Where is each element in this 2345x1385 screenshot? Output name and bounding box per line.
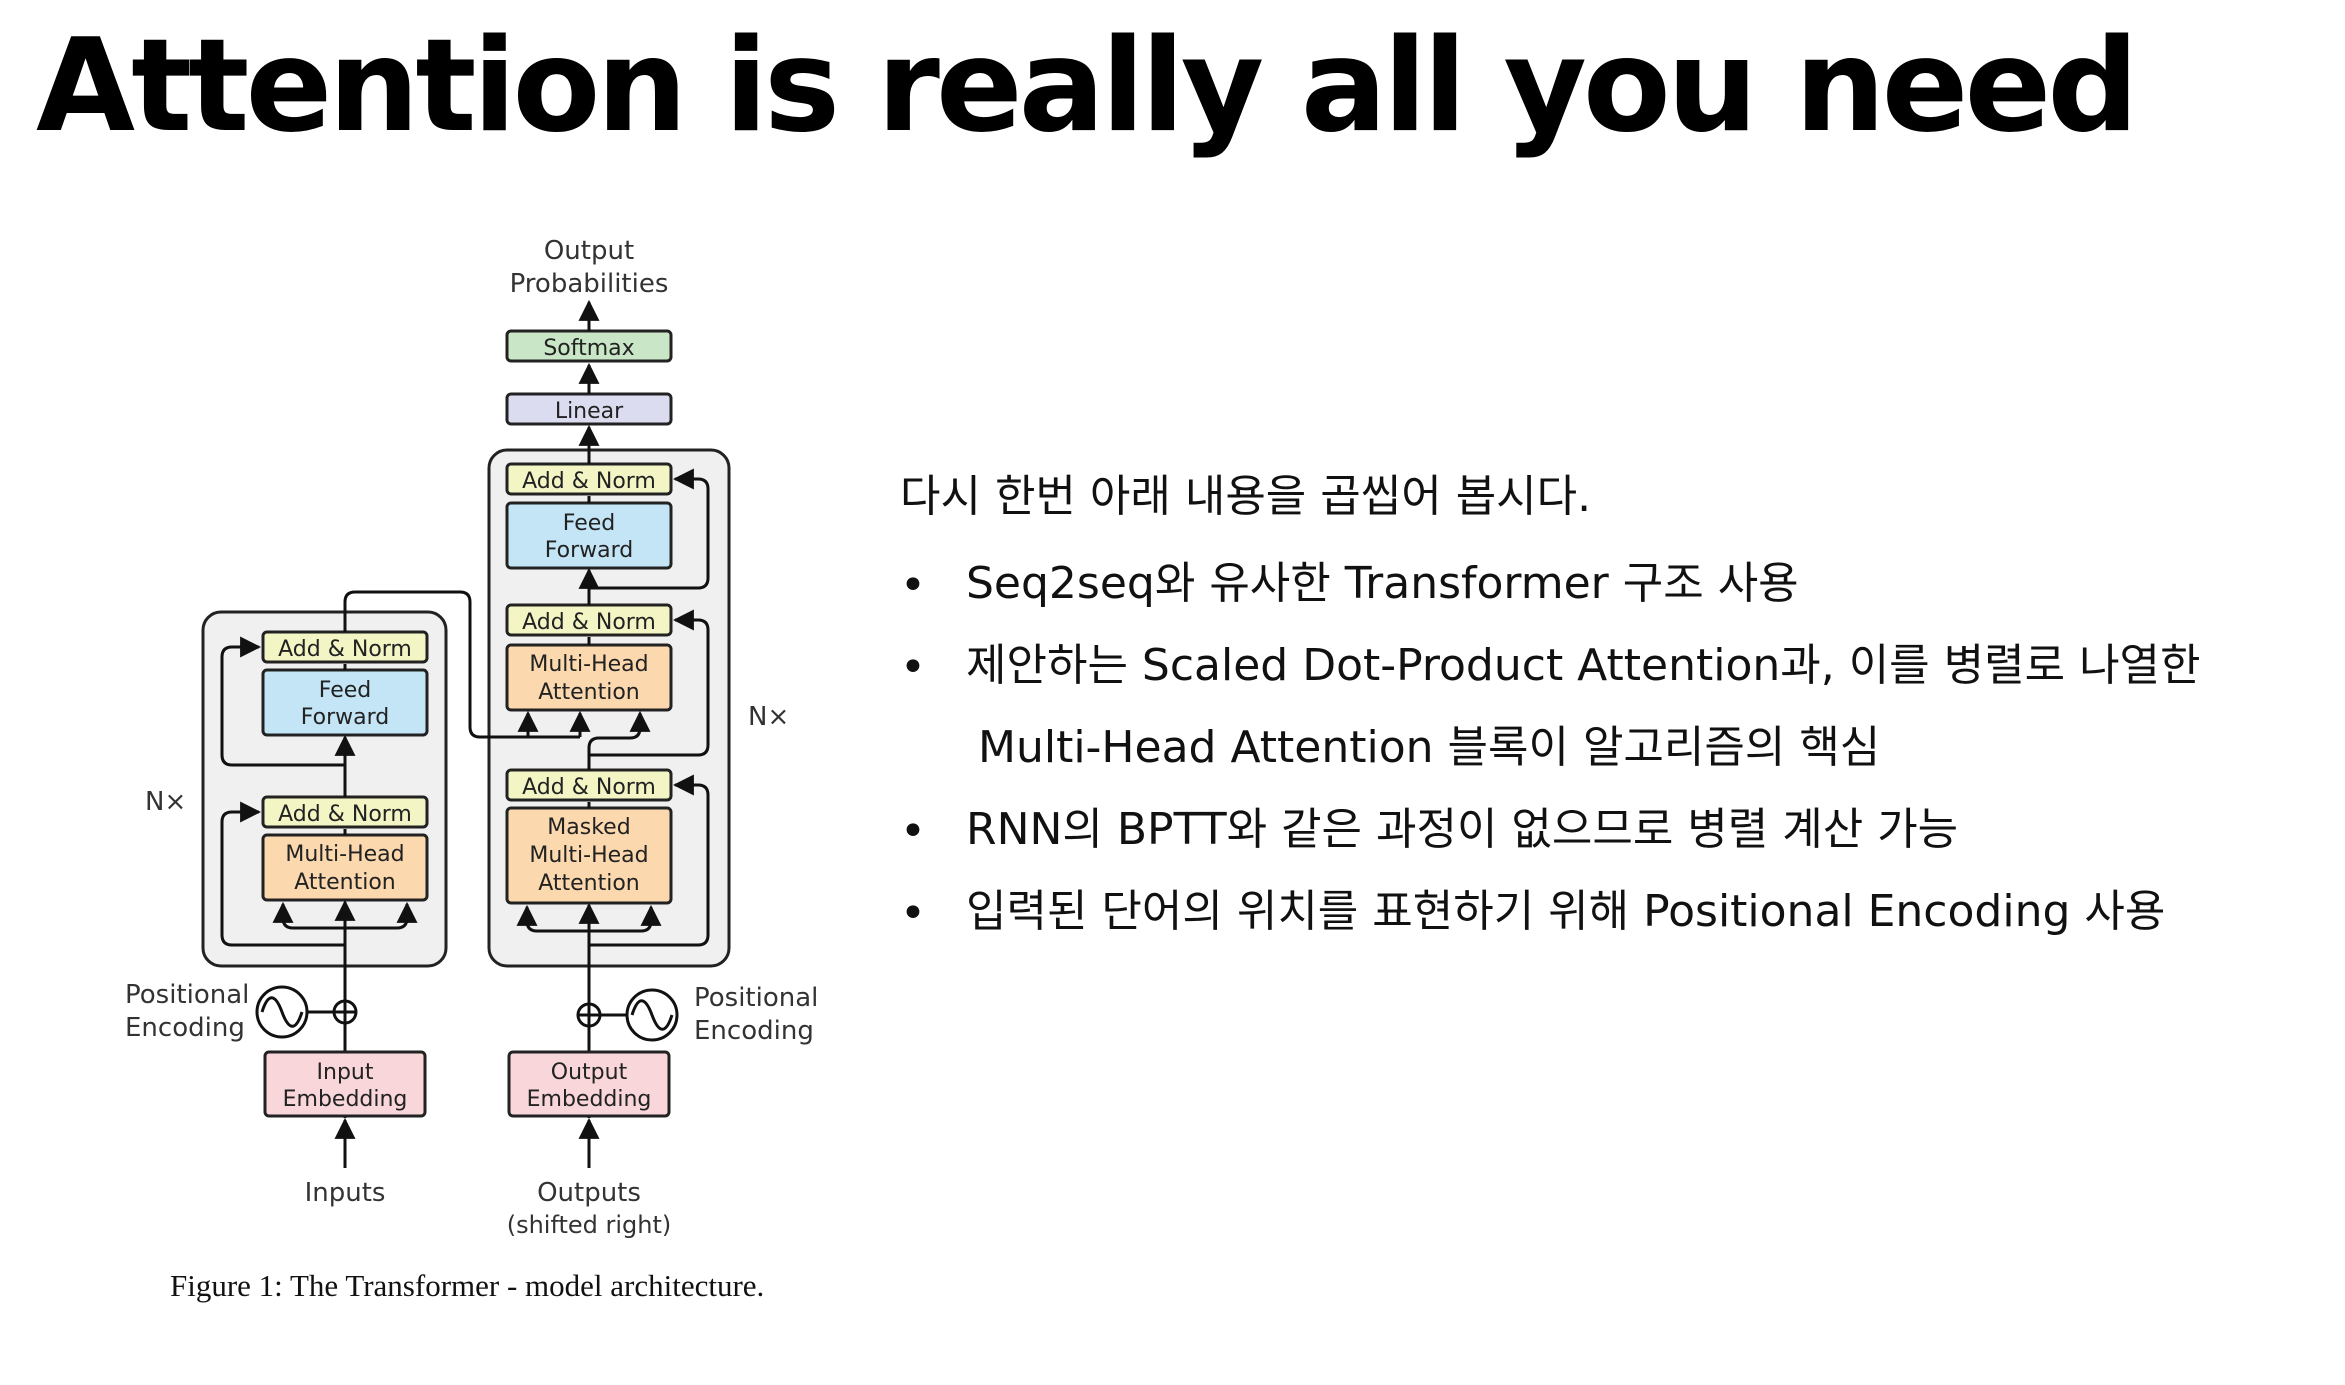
- decoder-nx-label: N×: [748, 702, 789, 732]
- output-embedding-label-2: Embedding: [527, 1087, 652, 1112]
- output-embedding-label-1: Output: [551, 1060, 628, 1085]
- encoder-add-norm-bottom-label: Add & Norm: [278, 802, 412, 827]
- input-embedding-label-2: Embedding: [283, 1087, 408, 1112]
- intro-text: 다시 한번 아래 내용을 곱씹어 봅시다.: [900, 471, 1592, 522]
- bullet-item: • 제안하는 Scaled Dot-Product Attention과, 이를…: [900, 644, 2330, 770]
- encoder-ff-label-1: Feed: [319, 678, 372, 703]
- linear-label: Linear: [555, 399, 624, 424]
- inputs-label: Inputs: [305, 1178, 386, 1208]
- bullet-item: • 입력된 단어의 위치를 표현하기 위해 Positional Encodin…: [900, 888, 2330, 939]
- decoder-masked-label-3: Attention: [538, 871, 640, 896]
- encoder-positional-label-1: Positional: [125, 980, 249, 1010]
- figure-caption: Figure 1: The Transformer - model archit…: [170, 1268, 765, 1303]
- bullet-item: • Seq2seq와 유사한 Transformer 구조 사용: [900, 560, 2330, 611]
- bullet-text: 입력된 단어의 위치를 표현하기 위해 Positional Encoding …: [966, 886, 2166, 937]
- bullet-dot: •: [900, 560, 926, 611]
- output-probabilities-label-2: Probabilities: [510, 269, 669, 299]
- decoder-masked-label-2: Multi-Head: [529, 843, 648, 868]
- decoder-add-norm-middle-label: Add & Norm: [522, 610, 656, 635]
- decoder-mha-label-1: Multi-Head: [529, 652, 648, 677]
- bullet-list: 다시 한번 아래 내용을 곱씹어 봅시다. • Seq2seq와 유사한 Tra…: [900, 460, 2330, 972]
- encoder-ff-label-2: Forward: [301, 705, 389, 730]
- bullet-dot: •: [900, 806, 926, 857]
- decoder-add-norm-bottom-label: Add & Norm: [522, 775, 656, 800]
- encoder-mha-label-2: Attention: [294, 870, 396, 895]
- decoder-ff-label-1: Feed: [563, 511, 616, 536]
- bullet-dot: •: [900, 642, 926, 693]
- bullet-dot: •: [900, 888, 926, 939]
- bullet-text: RNN의 BPTT와 같은 과정이 없으므로 병렬 계산 가능: [966, 804, 1959, 855]
- decoder-masked-label-1: Masked: [547, 815, 630, 840]
- bullet-text: 제안하는 Scaled Dot-Product Attention과, 이를 병…: [966, 640, 2201, 691]
- encoder-positional-label-2: Encoding: [125, 1013, 245, 1043]
- decoder-mha-label-2: Attention: [538, 680, 640, 705]
- input-embedding-label-1: Input: [317, 1060, 374, 1085]
- decoder-positional-label-2: Encoding: [694, 1016, 814, 1046]
- outputs-label-1: Outputs: [537, 1178, 641, 1208]
- encoder-add-norm-top-label: Add & Norm: [278, 637, 412, 662]
- bullet-text-continuation: Multi-Head Attention 블록이 알고리즘의 핵심: [978, 722, 1881, 773]
- outputs-label-2: (shifted right): [507, 1211, 672, 1239]
- decoder-ff-label-2: Forward: [545, 538, 633, 563]
- output-probabilities-label-1: Output: [544, 236, 634, 266]
- encoder-mha-label-1: Multi-Head: [285, 842, 404, 867]
- decoder-positional-label-1: Positional: [694, 983, 818, 1013]
- bullet-item: • RNN의 BPTT와 같은 과정이 없으므로 병렬 계산 가능: [900, 806, 2330, 857]
- encoder-nx-label: N×: [145, 787, 186, 817]
- bullet-text: Seq2seq와 유사한 Transformer 구조 사용: [966, 558, 1799, 609]
- decoder-add-norm-top-label: Add & Norm: [522, 469, 656, 494]
- encoder-stack: [201, 610, 448, 968]
- softmax-label: Softmax: [543, 336, 634, 361]
